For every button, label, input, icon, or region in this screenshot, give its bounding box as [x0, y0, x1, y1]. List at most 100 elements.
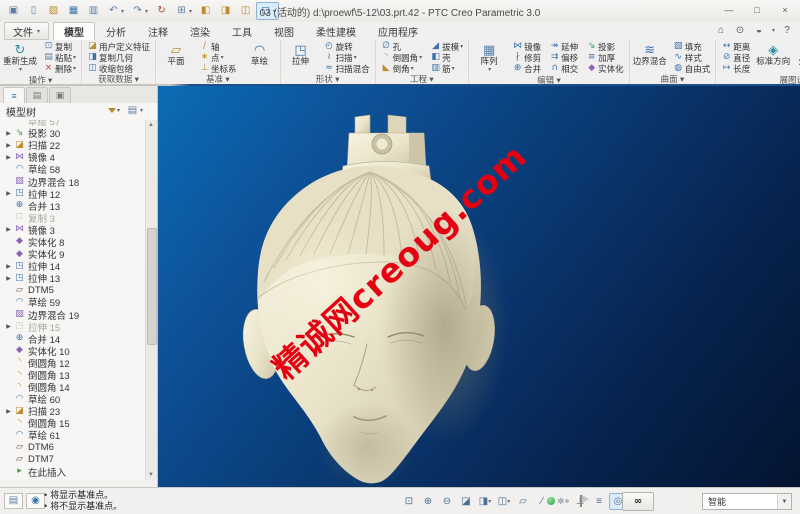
undo-icon[interactable]: ↶ ▾ [104, 2, 127, 20]
scroll-up-icon[interactable]: ▲ [146, 120, 156, 130]
save-backup-icon[interactable]: ▥ [84, 2, 103, 20]
ribbon-group-label[interactable]: 操作 ▾ [2, 75, 79, 86]
tree-item[interactable]: ◝ 倒圆角 13 [0, 369, 146, 382]
search-icon[interactable]: ⊙ [733, 23, 747, 37]
message-log-icon[interactable]: ▤ [4, 493, 23, 509]
tab-render[interactable]: 渲染 [179, 22, 221, 40]
find-button[interactable]: ∞ [622, 492, 654, 511]
sweep-button[interactable]: ≀ 扫描 ▾ [320, 52, 373, 63]
tab-applications[interactable]: 应用程序 [367, 22, 429, 40]
tree-item[interactable]: ▶ ◳ 拉伸 15 [0, 321, 146, 334]
sketch-button[interactable]: ◠ 草绘 [241, 41, 278, 68]
point-button[interactable]: ∗ 点 ▾ [196, 52, 240, 63]
pattern-button[interactable]: ▦ 阵列 ▾ [471, 41, 508, 75]
mirror-button[interactable]: ⋈ 镜像 [509, 41, 545, 52]
open-file-icon[interactable]: ▨ [44, 2, 63, 20]
measure-distance-button[interactable]: ↔ 距离 [718, 41, 754, 52]
tree-item[interactable]: ◠ 草绘 60 [0, 393, 146, 406]
save-icon[interactable]: ▦ [64, 2, 83, 20]
tree-item[interactable]: ▨ 边界混合 18 [0, 175, 146, 189]
view-window-3-icon[interactable]: ◫ [236, 2, 255, 20]
tree-item[interactable]: ◝ 倒圆角 12 [0, 357, 146, 370]
model-tree-tab[interactable]: ≡ [3, 87, 25, 103]
csys-button[interactable]: ⊥ 坐标系 [196, 63, 240, 74]
expand-arrow-icon[interactable]: ▶ [4, 408, 13, 415]
tree-item[interactable]: ◠ 草绘 57 [0, 120, 146, 128]
freestyle-button[interactable]: ◍ 自由式 [669, 63, 714, 74]
offset-button[interactable]: ⇉ 偏移 [546, 52, 582, 63]
style-button[interactable]: ∿ 样式 [669, 52, 714, 63]
repaint-icon[interactable]: ◪ [457, 493, 475, 510]
tree-item[interactable]: ▱ DTM6 [0, 442, 146, 454]
paste-button[interactable]: ▤ 粘贴 ▾ [40, 52, 80, 63]
maximize-icon[interactable]: □ [746, 2, 768, 17]
flag-icon[interactable] [580, 495, 589, 507]
datum-plane-button[interactable]: ▱ 平面 [158, 41, 195, 68]
expand-arrow-icon[interactable]: ▶ [4, 263, 13, 270]
saved-orientations-icon[interactable]: ◫ ▾ [495, 493, 513, 510]
appearance-gallery-button[interactable]: 外观库▾ [793, 41, 800, 75]
tree-item[interactable]: ▶ ⇘ 投影 30 [0, 127, 146, 140]
tab-tools[interactable]: 工具 [221, 22, 263, 40]
tab-model[interactable]: 模型 [53, 22, 96, 40]
minimize-icon[interactable]: — [718, 2, 740, 17]
thicken-button[interactable]: ≡ 加厚 [583, 52, 627, 63]
view-window-1-icon[interactable]: ◧ [196, 2, 215, 20]
rib-button[interactable]: ▥ 筋 ▾ [427, 63, 467, 74]
annotations-toggle-icon[interactable]: ≡ [590, 493, 608, 510]
standard-orientation-button[interactable]: ◈ 标准方向 [755, 41, 792, 68]
zoom-in-icon[interactable]: ⊕ [419, 493, 437, 510]
shrinkwrap-button[interactable]: ◫ 收缩包络 [84, 63, 154, 74]
datum-planes-toggle-icon[interactable]: ▱ [514, 493, 532, 510]
scrollbar-thumb[interactable] [147, 228, 157, 346]
zoom-out-icon[interactable]: ⊖ [438, 493, 456, 510]
expand-arrow-icon[interactable]: ▶ [4, 142, 13, 149]
graphics-viewport[interactable]: 精诚网creoug.com [158, 86, 800, 487]
tree-item[interactable]: ◆ 实体化 8 [0, 236, 146, 249]
ribbon-group-label[interactable]: 工程 ▾ [378, 74, 467, 85]
udf-button[interactable]: ◪ 用户定义特征 [84, 41, 154, 52]
ribbon-group-label[interactable]: 获取数据 ▾ [84, 74, 153, 85]
tree-item[interactable]: ⊡ 复制 3 [0, 212, 146, 225]
tree-item[interactable]: ▸ 在此插入 [0, 466, 146, 479]
new-file-icon[interactable]: ▯ [24, 2, 43, 20]
favorites-tab[interactable]: ▣ [49, 87, 71, 103]
active-window-icon[interactable]: ◻ ▾ [256, 2, 280, 20]
extend-button[interactable]: ↠ 延伸 [546, 41, 582, 52]
round-button[interactable]: ◝ 倒圆角 ▾ [377, 52, 426, 63]
copy-geometry-button[interactable]: ◨ 复制几何 [84, 52, 154, 63]
ribbon-group-label[interactable]: 曲面 ▾ [632, 74, 714, 85]
chamfer-button[interactable]: ◣ 倒角 ▾ [377, 63, 426, 74]
expand-arrow-icon[interactable]: ▶ [4, 154, 13, 161]
trim-button[interactable]: ∤ 修剪 [509, 52, 545, 63]
help-icon[interactable]: ? [780, 23, 794, 37]
tree-item[interactable]: ◆ 实体化 10 [0, 345, 146, 358]
tree-scrollbar[interactable]: ▲ ▼ [145, 120, 157, 480]
merge-button[interactable]: ⊕ 合并 [509, 63, 545, 74]
tree-item[interactable]: ▶ ⋈ 镜像 4 [0, 151, 146, 164]
revolve-button[interactable]: ◴ 旋转 [320, 41, 373, 52]
expand-arrow-icon[interactable]: ▶ [4, 130, 13, 137]
measure-diameter-button[interactable]: ⊘ 直径 [718, 52, 754, 63]
ribbon-group-label[interactable]: 形状 ▾ [283, 74, 373, 85]
scroll-down-icon[interactable]: ▼ [146, 470, 156, 480]
tree-item[interactable]: ▶ ⋈ 镜像 3 [0, 224, 146, 237]
expand-arrow-icon[interactable]: ▶ [4, 226, 13, 233]
tab-annotate[interactable]: 注释 [137, 22, 179, 40]
close-icon[interactable]: × [774, 2, 796, 17]
connect-icon[interactable]: ◒ [752, 23, 766, 37]
tree-item[interactable]: ◝ 倒圆角 14 [0, 381, 146, 394]
expand-arrow-icon[interactable]: ▶ [4, 275, 13, 282]
axis-button[interactable]: ∕ 轴 [196, 41, 240, 52]
copy-button[interactable]: ⊡ 复制 [40, 41, 80, 52]
hole-button[interactable]: ∅ 孔 [377, 41, 426, 52]
display-style-icon[interactable]: ◨ ▾ [476, 493, 494, 510]
tab-analysis[interactable]: 分析 [95, 22, 137, 40]
project-button[interactable]: ⇘ 投影 [583, 41, 627, 52]
expand-arrow-icon[interactable]: ▶ [4, 190, 13, 197]
windows-icon[interactable]: ⊞ ▾ [172, 2, 195, 20]
tree-item[interactable]: ▶ ◳ 拉伸 12 [0, 188, 146, 201]
intersect-button[interactable]: ∩ 相交 [546, 63, 582, 74]
selection-filter[interactable]: 智能 ▼ [702, 493, 792, 510]
tree-item[interactable]: ▶ ◪ 扫描 22 [0, 139, 146, 152]
